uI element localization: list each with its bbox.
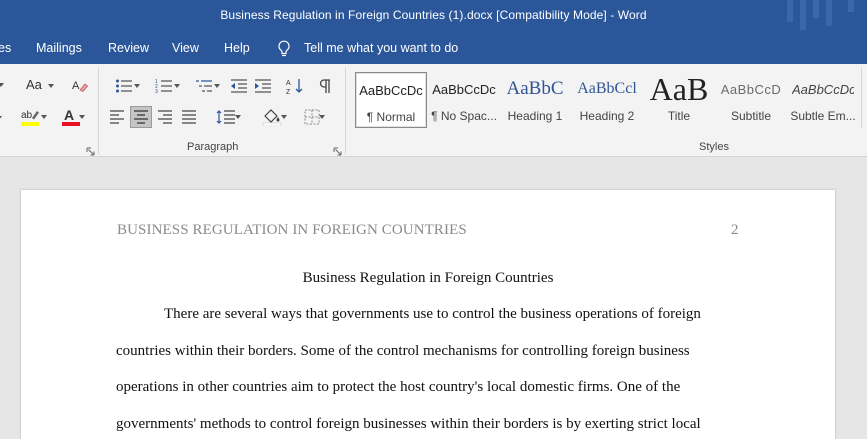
numbered-list-icon: 1 2 3	[155, 79, 172, 94]
bullets-button[interactable]	[106, 76, 142, 96]
tab-references[interactable]: es	[0, 41, 11, 55]
style-subtle-emphasis[interactable]: AaBbCcDc Subtle Em...	[788, 72, 858, 128]
titlebar-decoration	[813, 0, 819, 18]
sort-icon: A Z	[286, 79, 303, 95]
style-label: ¶ Normal	[366, 110, 416, 124]
align-left-icon	[110, 110, 124, 124]
style-preview: AaB	[649, 72, 709, 106]
font-size-dropdown[interactable]	[0, 77, 6, 93]
highlight-color-button[interactable]: ab	[14, 106, 48, 128]
style-subtitle[interactable]: AaBbCcD Subtitle	[716, 72, 786, 128]
style-normal[interactable]: AaBbCcDc ¶ Normal	[355, 72, 427, 128]
change-case-button[interactable]: Aa	[24, 76, 58, 96]
ribbon-tabs: es Mailings Review View Help Tell me wha…	[0, 32, 867, 64]
increase-indent-icon	[255, 79, 271, 93]
ribbon: Aa A ab A 1 2 3 A Z Paragraph AaBbCcDc ¶…	[0, 64, 867, 157]
titlebar-decoration	[848, 0, 854, 12]
style-preview: AaBbCcl	[577, 80, 637, 97]
tab-review[interactable]: Review	[108, 41, 149, 55]
svg-text:A: A	[64, 107, 74, 123]
align-left-button[interactable]	[106, 106, 128, 128]
highlighter-icon: ab	[21, 110, 39, 126]
change-case-label: Aa	[26, 77, 42, 92]
titlebar-decoration	[787, 0, 793, 22]
launcher-icon	[333, 147, 342, 156]
style-preview: AaBbCcDc	[792, 81, 854, 97]
style-label: Title	[667, 109, 691, 123]
bullet-list-icon	[116, 79, 132, 93]
style-label: Subtitle	[730, 109, 772, 123]
tab-view[interactable]: View	[172, 41, 199, 55]
styles-group-label: Styles	[699, 141, 729, 153]
page-number[interactable]: 2	[731, 222, 739, 239]
multilevel-list-icon	[196, 80, 212, 92]
style-preview: AaBbCcDc	[432, 81, 496, 97]
numbering-button[interactable]: 1 2 3	[146, 76, 182, 96]
align-right-icon	[158, 110, 172, 124]
svg-text:A: A	[72, 80, 80, 92]
clear-formatting-button[interactable]: A	[70, 76, 90, 96]
style-preview: AaBbC	[506, 78, 564, 99]
justify-icon	[182, 110, 196, 124]
svg-text:3: 3	[155, 89, 158, 94]
text-effects-dropdown[interactable]	[0, 108, 6, 128]
font-color-icon: A	[62, 107, 80, 126]
show-formatting-marks-button[interactable]	[314, 76, 336, 96]
clear-formatting-icon: A	[72, 80, 89, 92]
tell-me-search[interactable]: Tell me what you want to do	[304, 41, 458, 55]
svg-text:A: A	[286, 80, 291, 87]
style-label: Heading 2	[579, 109, 635, 123]
align-center-button[interactable]	[130, 106, 152, 128]
tab-mailings[interactable]: Mailings	[36, 41, 82, 55]
window-title: Business Regulation in Foreign Countries…	[220, 8, 647, 22]
font-dialog-launcher[interactable]	[86, 143, 95, 156]
paragraph-group-label: Paragraph	[187, 141, 239, 153]
style-preview: AaBbCcD	[720, 81, 782, 97]
shading-button[interactable]	[254, 106, 290, 128]
gallery-edge	[861, 68, 862, 128]
style-no-spacing[interactable]: AaBbCcDc ¶ No Spac...	[428, 72, 500, 128]
style-title[interactable]: AaB Title	[646, 72, 712, 128]
svg-text:ab: ab	[21, 110, 33, 121]
document-page[interactable]: BUSINESS REGULATION IN FOREIGN COUNTRIES…	[21, 190, 835, 439]
launcher-icon	[86, 147, 95, 156]
font-color-button[interactable]: A	[54, 106, 88, 128]
group-separator	[98, 68, 99, 154]
body-line[interactable]: operations in other countries aim to pro…	[116, 379, 680, 396]
body-line[interactable]: There are several ways that governments …	[164, 306, 701, 323]
paint-bucket-icon	[262, 109, 282, 126]
decrease-indent-icon	[231, 79, 247, 93]
justify-button[interactable]	[178, 106, 200, 128]
align-right-button[interactable]	[154, 106, 176, 128]
document-title[interactable]: Business Regulation in Foreign Countries	[21, 270, 835, 287]
increase-indent-button[interactable]	[252, 76, 274, 96]
document-area[interactable]: BUSINESS REGULATION IN FOREIGN COUNTRIES…	[0, 158, 867, 439]
style-heading-2[interactable]: AaBbCcl Heading 2	[572, 72, 642, 128]
group-separator	[345, 68, 346, 154]
titlebar-decoration	[800, 0, 806, 30]
paragraph-dialog-launcher[interactable]	[333, 143, 342, 156]
title-bar: Business Regulation in Foreign Countries…	[0, 0, 867, 32]
borders-button[interactable]	[294, 106, 330, 128]
line-spacing-icon	[216, 110, 235, 124]
body-line[interactable]: governments' methods to control foreign …	[116, 416, 701, 433]
lightbulb-icon[interactable]	[277, 40, 291, 58]
style-heading-1[interactable]: AaBbC Heading 1	[500, 72, 570, 128]
running-header[interactable]: BUSINESS REGULATION IN FOREIGN COUNTRIES	[117, 222, 467, 239]
style-preview: AaBbCcDc	[359, 82, 423, 98]
tab-help[interactable]: Help	[224, 41, 250, 55]
titlebar-decoration	[826, 0, 832, 26]
sort-button[interactable]: A Z	[284, 76, 306, 96]
style-label: Heading 1	[507, 109, 563, 123]
style-label: Subtle Em...	[790, 109, 856, 123]
multilevel-list-button[interactable]	[186, 76, 222, 96]
svg-text:Z: Z	[286, 89, 291, 95]
line-spacing-button[interactable]	[208, 106, 244, 128]
style-label: ¶ No Spac...	[431, 109, 497, 123]
pilcrow-icon	[319, 79, 330, 93]
borders-icon	[304, 109, 320, 125]
decrease-indent-button[interactable]	[228, 76, 250, 96]
body-line[interactable]: countries within their borders. Some of …	[116, 343, 690, 360]
align-center-icon	[134, 110, 148, 124]
